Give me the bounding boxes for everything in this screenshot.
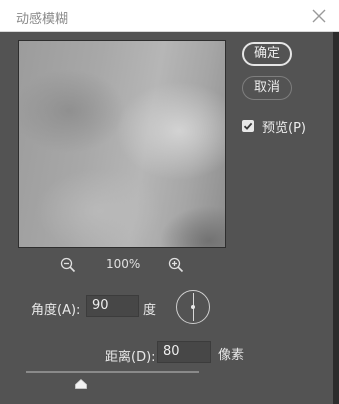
distance-slider-thumb[interactable] <box>75 374 88 389</box>
preview-label: 预览(P) <box>262 121 306 136</box>
preview-checkbox[interactable] <box>242 120 254 132</box>
blur-preview-image[interactable] <box>18 40 226 248</box>
ok-button[interactable]: 确定 <box>242 42 292 66</box>
zoom-in-icon[interactable] <box>168 257 184 273</box>
dialog-title: 动感模糊 <box>16 12 69 27</box>
dial-center <box>191 305 195 309</box>
close-icon[interactable] <box>309 6 329 26</box>
title-bar: 动感模糊 <box>0 0 339 32</box>
cancel-button[interactable]: 取消 <box>242 76 292 100</box>
angle-unit: 度 <box>143 303 157 318</box>
angle-input[interactable]: 90 <box>86 295 139 317</box>
distance-label: 距离(D): <box>105 350 156 365</box>
angle-dial[interactable] <box>176 290 210 324</box>
distance-unit: 像素 <box>218 348 245 363</box>
window-edge <box>333 32 339 404</box>
distance-slider-track[interactable] <box>26 371 199 373</box>
checkmark-icon <box>243 122 253 130</box>
zoom-level: 100% <box>106 257 141 271</box>
angle-label: 角度(A): <box>31 303 81 318</box>
distance-input[interactable]: 80 <box>157 341 211 363</box>
zoom-out-icon[interactable] <box>60 257 76 273</box>
